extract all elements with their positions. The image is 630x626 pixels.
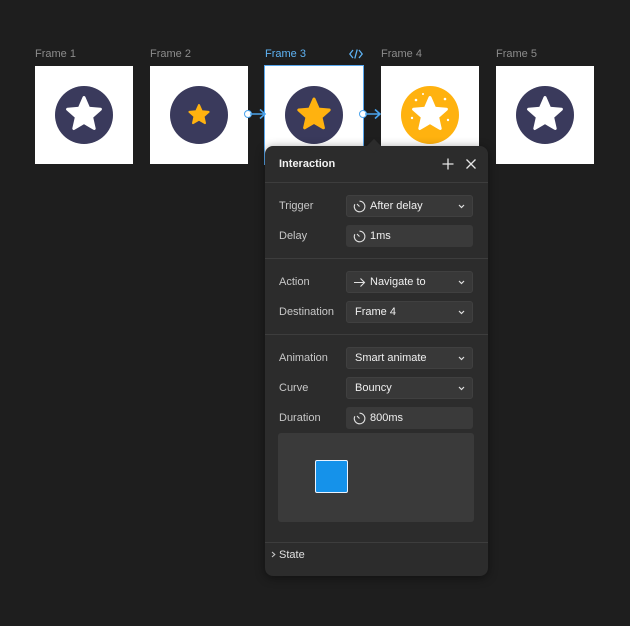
duration-row: Duration 800ms <box>265 404 488 434</box>
star-badge-icon <box>55 86 113 144</box>
destination-value: Frame 4 <box>355 306 396 318</box>
delay-input[interactable]: 1ms <box>346 225 473 247</box>
action-label: Action <box>279 276 310 288</box>
curve-row: Curve Bouncy <box>265 374 488 404</box>
trigger-section: Trigger After delay Delay 1ms <box>265 183 488 259</box>
timer-icon <box>353 230 366 243</box>
frame-2[interactable] <box>150 66 248 164</box>
interaction-panel: Interaction Trigger After delay Delay 1m… <box>265 138 488 576</box>
action-section: Action Navigate to Destination Frame 4 <box>265 259 488 335</box>
curve-value: Bouncy <box>355 382 392 394</box>
plus-icon[interactable] <box>441 157 455 171</box>
code-icon[interactable] <box>349 49 363 59</box>
chevron-down-icon <box>458 356 465 361</box>
trigger-value: After delay <box>370 200 423 212</box>
delay-value: 1ms <box>370 230 391 242</box>
delay-label: Delay <box>279 230 308 242</box>
trigger-label: Trigger <box>279 200 314 212</box>
chevron-down-icon <box>458 204 465 209</box>
destination-row: Destination Frame 4 <box>265 298 488 328</box>
preview-square <box>315 460 348 493</box>
animation-label: Animation <box>279 352 328 364</box>
connection-arrow-icon <box>250 108 267 120</box>
frame-label-1[interactable]: Frame 1 <box>35 48 76 60</box>
connection-arrow-icon <box>365 108 382 120</box>
frame-label-5[interactable]: Frame 5 <box>496 48 537 60</box>
panel-title: Interaction <box>279 158 336 170</box>
frame-label-3[interactable]: Frame 3 <box>265 48 306 60</box>
timer-icon <box>353 412 366 425</box>
frame-label-2[interactable]: Frame 2 <box>150 48 191 60</box>
destination-select[interactable]: Frame 4 <box>346 301 473 323</box>
duration-value: 800ms <box>370 412 404 424</box>
trigger-row: Trigger After delay <box>265 192 488 222</box>
chevron-right-icon <box>271 551 276 558</box>
frame-label-4[interactable]: Frame 4 <box>381 48 422 60</box>
delay-row: Delay 1ms <box>265 222 488 252</box>
frame-5[interactable] <box>496 66 594 164</box>
star-badge-icon <box>516 86 574 144</box>
arrow-right-icon <box>354 278 366 287</box>
action-row: Action Navigate to <box>265 268 488 298</box>
chevron-down-icon <box>458 310 465 315</box>
frame-1[interactable] <box>35 66 133 164</box>
animation-preview <box>278 433 474 522</box>
trigger-select[interactable]: After delay <box>346 195 473 217</box>
state-disclosure[interactable]: State <box>265 542 488 567</box>
chevron-down-icon <box>458 386 465 391</box>
duration-input[interactable]: 800ms <box>346 407 473 429</box>
star-badge-icon <box>170 86 228 144</box>
curve-select[interactable]: Bouncy <box>346 377 473 399</box>
action-select[interactable]: Navigate to <box>346 271 473 293</box>
close-icon[interactable] <box>464 157 478 171</box>
panel-header: Interaction <box>265 146 488 183</box>
action-value: Navigate to <box>370 276 426 288</box>
animation-select[interactable]: Smart animate <box>346 347 473 369</box>
curve-label: Curve <box>279 382 309 394</box>
chevron-down-icon <box>458 280 465 285</box>
timer-icon <box>353 200 366 213</box>
animation-value: Smart animate <box>355 352 427 364</box>
animation-row: Animation Smart animate <box>265 344 488 374</box>
destination-label: Destination <box>279 306 335 318</box>
duration-label: Duration <box>279 412 321 424</box>
state-label: State <box>279 549 305 561</box>
animation-section: Animation Smart animate Curve Bouncy Dur… <box>265 335 488 440</box>
